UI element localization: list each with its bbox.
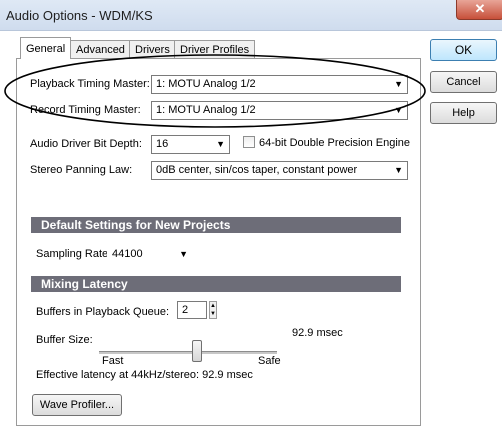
buffers-queue-spinner[interactable]: ▲ ▼: [209, 301, 217, 319]
record-timing-master-value: 1: MOTU Analog 1/2: [156, 104, 256, 116]
sampling-rate-value: 44100: [112, 248, 143, 260]
dropdown-arrow-icon: ▼: [394, 105, 403, 115]
double-precision-label: 64-bit Double Precision Engine: [259, 137, 411, 149]
window-title: Audio Options - WDM/KS: [6, 8, 153, 23]
tab-driver-profiles[interactable]: Driver Profiles: [174, 40, 256, 58]
wave-profiler-button[interactable]: Wave Profiler...: [32, 394, 122, 416]
playback-timing-master-select[interactable]: 1: MOTU Analog 1/2 ▼: [151, 75, 408, 94]
record-timing-master-select[interactable]: 1: MOTU Analog 1/2 ▼: [151, 101, 408, 120]
stereo-panning-label: Stereo Panning Law:: [30, 164, 133, 176]
effective-latency-text: Effective latency at 44kHz/stereo: 92.9 …: [36, 369, 253, 381]
default-settings-header: Default Settings for New Projects: [31, 217, 401, 233]
ok-button[interactable]: OK: [430, 39, 497, 61]
stereo-panning-value: 0dB center, sin/cos taper, constant powe…: [156, 164, 358, 176]
slider-fast-label: Fast: [102, 355, 124, 367]
record-timing-master-label: Record Timing Master:: [30, 104, 141, 116]
double-precision-checkbox[interactable]: [243, 136, 255, 148]
buffer-size-readout: 92.9 msec: [292, 327, 343, 339]
dropdown-arrow-icon: ▼: [394, 165, 403, 175]
tab-advanced[interactable]: Advanced: [70, 40, 131, 58]
bit-depth-select[interactable]: 16 ▼: [151, 135, 230, 154]
playback-timing-master-label: Playback Timing Master:: [30, 78, 150, 90]
sampling-rate-label: Sampling Rate:: [36, 248, 112, 260]
buffers-queue-label: Buffers in Playback Queue:: [36, 306, 170, 318]
help-button[interactable]: Help: [430, 102, 497, 124]
buffer-size-slider-track[interactable]: [99, 351, 277, 354]
mixing-latency-header: Mixing Latency: [31, 276, 401, 292]
playback-timing-master-value: 1: MOTU Analog 1/2: [156, 78, 256, 90]
bit-depth-label: Audio Driver Bit Depth:: [30, 138, 142, 150]
tab-drivers[interactable]: Drivers: [129, 40, 176, 58]
spin-up-icon[interactable]: ▲: [210, 302, 216, 310]
close-button[interactable]: ✕: [456, 0, 502, 20]
title-bar: Audio Options - WDM/KS ✕: [0, 0, 502, 31]
spin-down-icon[interactable]: ▼: [210, 310, 216, 318]
stereo-panning-select[interactable]: 0dB center, sin/cos taper, constant powe…: [151, 161, 408, 180]
slider-safe-label: Safe: [258, 355, 281, 367]
dropdown-arrow-icon: ▼: [216, 139, 225, 149]
sampling-rate-select[interactable]: 44100 ▼: [107, 245, 193, 264]
cancel-button[interactable]: Cancel: [430, 71, 497, 93]
buffer-size-slider-thumb[interactable]: [192, 340, 202, 362]
buffer-size-label: Buffer Size:: [36, 334, 93, 346]
tab-general[interactable]: General: [20, 37, 72, 59]
dropdown-arrow-icon: ▼: [179, 249, 188, 259]
bit-depth-value: 16: [156, 138, 169, 150]
buffers-queue-input[interactable]: 2: [177, 301, 207, 319]
dropdown-arrow-icon: ▼: [394, 79, 403, 89]
